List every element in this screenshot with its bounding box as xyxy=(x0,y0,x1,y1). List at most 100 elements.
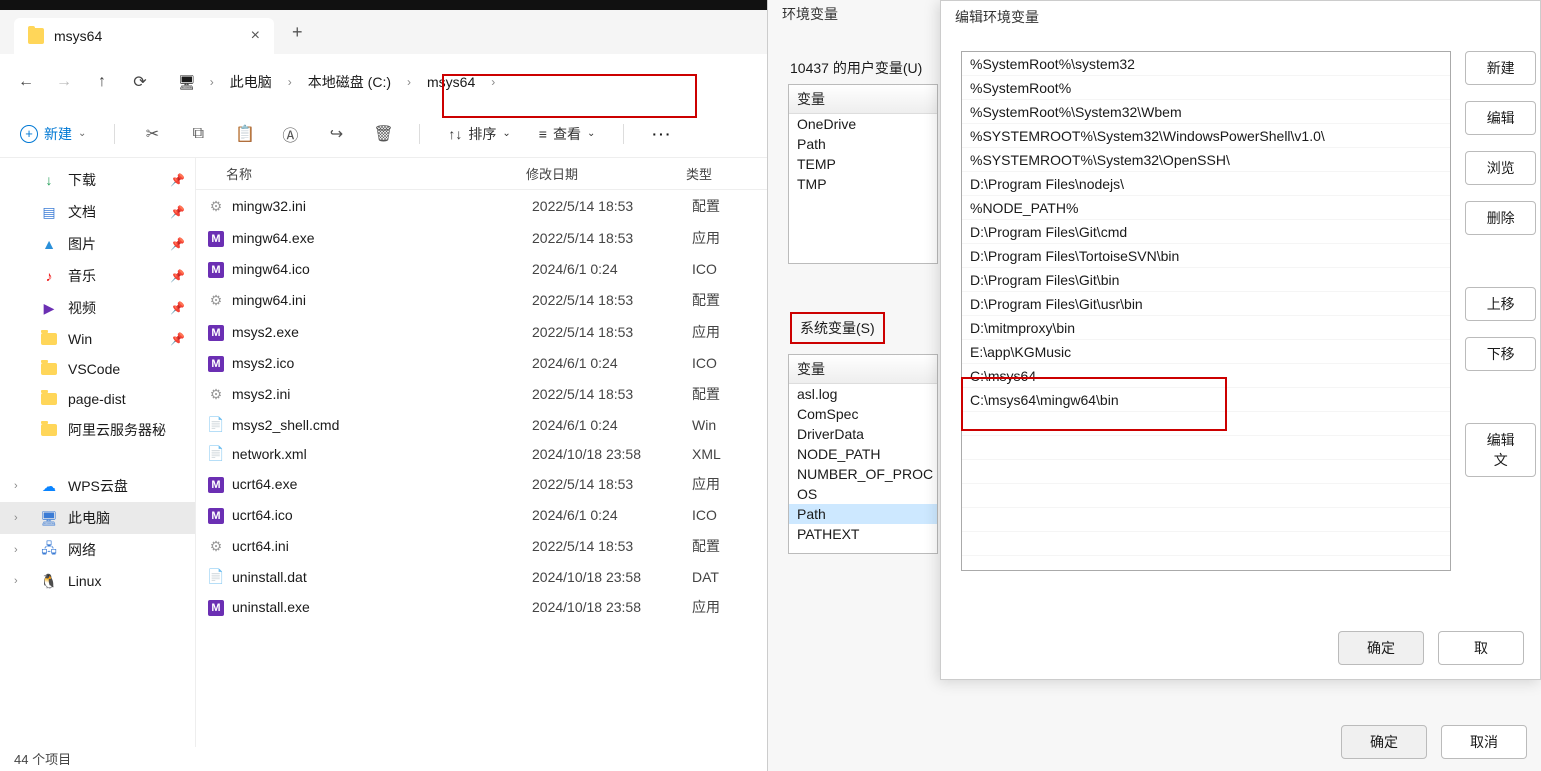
file-row[interactable]: M msys2.ico 2024/6/1 0:24 ICO xyxy=(196,348,767,378)
sidebar-item[interactable]: ▲图片📌 xyxy=(0,228,195,260)
list-item[interactable]: Path xyxy=(789,134,937,154)
cancel-button[interactable]: 取 xyxy=(1438,631,1524,665)
sidebar-item[interactable]: ▶视频📌 xyxy=(0,292,195,324)
list-item[interactable]: TMP xyxy=(789,174,937,194)
sidebar-item[interactable]: ▤文档📌 xyxy=(0,196,195,228)
path-item[interactable]: D:\Program Files\Git\bin xyxy=(962,268,1450,292)
path-item[interactable]: D:\Program Files\Git\cmd xyxy=(962,220,1450,244)
file-row[interactable]: 📄 network.xml 2024/10/18 23:58 XML xyxy=(196,439,767,468)
path-item[interactable]: %SystemRoot%\System32\Wbem xyxy=(962,100,1450,124)
tab-msys64[interactable]: msys64 × xyxy=(14,18,274,54)
file-row[interactable]: M ucrt64.ico 2024/6/1 0:24 ICO xyxy=(196,500,767,530)
delete-icon[interactable]: 🗑 xyxy=(373,124,391,144)
sort-button[interactable]: ↑↓ 排序 ⌄ xyxy=(448,124,510,144)
up-button[interactable]: ↑ xyxy=(92,73,112,91)
ok-button[interactable]: 确定 xyxy=(1338,631,1424,665)
file-row[interactable]: 📄 uninstall.dat 2024/10/18 23:58 DAT xyxy=(196,562,767,591)
new-tab-button[interactable]: + xyxy=(292,22,303,43)
view-button[interactable]: ≡ 查看 ⌄ xyxy=(539,124,596,144)
file-row[interactable]: M mingw64.exe 2022/5/14 18:53 应用 xyxy=(196,222,767,254)
sidebar-tree-item[interactable]: ›🖥此电脑 xyxy=(0,502,195,534)
paste-icon[interactable]: 📋 xyxy=(235,124,253,144)
path-item[interactable]: %SYSTEMROOT%\System32\WindowsPowerShell\… xyxy=(962,124,1450,148)
forward-button[interactable]: → xyxy=(54,73,74,91)
close-icon[interactable]: × xyxy=(251,27,260,45)
rename-icon[interactable]: Ⓐ xyxy=(281,122,299,146)
path-item[interactable]: %SYSTEMROOT%\System32\OpenSSH\ xyxy=(962,148,1450,172)
ok-button[interactable]: 确定 xyxy=(1341,725,1427,759)
file-row[interactable]: ⚙ mingw64.ini 2022/5/14 18:53 配置 xyxy=(196,284,767,316)
path-item-empty[interactable] xyxy=(962,532,1450,556)
more-button[interactable]: ··· xyxy=(652,126,672,142)
path-item-empty[interactable] xyxy=(962,508,1450,532)
breadcrumb-segment[interactable]: msys64 xyxy=(425,70,477,94)
user-vars-list[interactable]: 变量 OneDrivePathTEMPTMP xyxy=(788,84,938,264)
list-item[interactable]: asl.log xyxy=(789,384,937,404)
path-item-empty[interactable] xyxy=(962,484,1450,508)
path-item[interactable]: D:\mitmproxy\bin xyxy=(962,316,1450,340)
list-item[interactable]: ComSpec xyxy=(789,404,937,424)
col-date[interactable]: 修改日期 xyxy=(526,164,686,183)
sidebar-item[interactable]: page-dist xyxy=(0,384,195,414)
delete-button[interactable]: 删除 xyxy=(1465,201,1536,235)
path-item[interactable]: %SystemRoot% xyxy=(962,76,1450,100)
move-up-button[interactable]: 上移 xyxy=(1465,287,1536,321)
file-row[interactable]: M msys2.exe 2022/5/14 18:53 应用 xyxy=(196,316,767,348)
path-item[interactable]: D:\Program Files\nodejs\ xyxy=(962,172,1450,196)
new-button[interactable]: 新建 xyxy=(1465,51,1536,85)
list-item[interactable]: Path xyxy=(789,504,937,524)
path-list[interactable]: %SystemRoot%\system32%SystemRoot%%System… xyxy=(961,51,1451,571)
path-item-empty[interactable] xyxy=(962,436,1450,460)
file-row[interactable]: M mingw64.ico 2024/6/1 0:24 ICO xyxy=(196,254,767,284)
copy-icon[interactable]: ⧉ xyxy=(189,125,207,143)
sidebar-tree-item[interactable]: ›🐧Linux xyxy=(0,566,195,596)
col-name[interactable]: 名称 xyxy=(226,164,526,183)
back-button[interactable]: ← xyxy=(16,73,36,91)
move-down-button[interactable]: 下移 xyxy=(1465,337,1536,371)
path-item[interactable]: %NODE_PATH% xyxy=(962,196,1450,220)
sidebar-item[interactable]: 阿里云服务器秘 xyxy=(0,414,195,446)
share-icon[interactable]: ↪ xyxy=(327,124,345,144)
file-row[interactable]: ⚙ ucrt64.ini 2022/5/14 18:53 配置 xyxy=(196,530,767,562)
edit-button[interactable]: 编辑 xyxy=(1465,101,1536,135)
sidebar-item[interactable]: Win📌 xyxy=(0,324,195,354)
sidebar-item[interactable]: VSCode xyxy=(0,354,195,384)
path-item-empty[interactable] xyxy=(962,460,1450,484)
file-row[interactable]: ⚙ msys2.ini 2022/5/14 18:53 配置 xyxy=(196,378,767,410)
path-item-empty[interactable] xyxy=(962,412,1450,436)
breadcrumb-segment[interactable]: 此电脑 xyxy=(228,68,274,96)
list-item[interactable]: PATHEXT xyxy=(789,524,937,544)
file-row[interactable]: M uninstall.exe 2024/10/18 23:58 应用 xyxy=(196,591,767,623)
col-type[interactable]: 类型 xyxy=(686,164,767,183)
breadcrumb-segment[interactable]: 本地磁盘 (C:) xyxy=(306,68,393,96)
sidebar-item[interactable]: ↓下载📌 xyxy=(0,164,195,196)
file-row[interactable]: M ucrt64.exe 2022/5/14 18:53 应用 xyxy=(196,468,767,500)
path-item[interactable]: D:\Program Files\Git\usr\bin xyxy=(962,292,1450,316)
file-row[interactable]: ⚙ mingw32.ini 2022/5/14 18:53 配置 xyxy=(196,190,767,222)
browse-button[interactable]: 浏览 xyxy=(1465,151,1536,185)
edit-text-button[interactable]: 编辑文 xyxy=(1465,423,1536,477)
sidebar-item[interactable]: ♪音乐📌 xyxy=(0,260,195,292)
sidebar-tree-item[interactable]: ›🖧网络 xyxy=(0,534,195,566)
path-item[interactable]: C:\msys64\mingw64\bin xyxy=(962,388,1450,412)
path-item[interactable]: E:\app\KGMusic xyxy=(962,340,1450,364)
breadcrumb[interactable]: 🖥 › 此电脑 › 本地磁盘 (C:) › msys64 › xyxy=(178,68,495,96)
list-item[interactable]: OS xyxy=(789,484,937,504)
path-item[interactable]: C:\msys64 xyxy=(962,364,1450,388)
refresh-button[interactable]: ⟳ xyxy=(130,72,150,92)
path-item[interactable]: D:\Program Files\TortoiseSVN\bin xyxy=(962,244,1450,268)
path-item[interactable]: %SystemRoot%\system32 xyxy=(962,52,1450,76)
new-button[interactable]: + 新建 ⌄ xyxy=(20,124,86,144)
list-item[interactable]: NODE_PATH xyxy=(789,444,937,464)
cut-icon[interactable]: ✂ xyxy=(143,124,161,144)
list-item[interactable]: NUMBER_OF_PROC xyxy=(789,464,937,484)
list-item[interactable]: OneDrive xyxy=(789,114,937,134)
column-headers[interactable]: 名称 修改日期 类型 xyxy=(196,158,767,190)
sidebar-tree-item[interactable]: ›☁WPS云盘 xyxy=(0,470,195,502)
file-row[interactable]: 📄 msys2_shell.cmd 2024/6/1 0:24 Win xyxy=(196,410,767,439)
list-item[interactable]: TEMP xyxy=(789,154,937,174)
cancel-button[interactable]: 取消 xyxy=(1441,725,1527,759)
list-item[interactable]: DriverData xyxy=(789,424,937,444)
system-vars-list[interactable]: 变量 asl.logComSpecDriverDataNODE_PATHNUMB… xyxy=(788,354,938,554)
file-name: mingw64.ico xyxy=(232,261,532,277)
